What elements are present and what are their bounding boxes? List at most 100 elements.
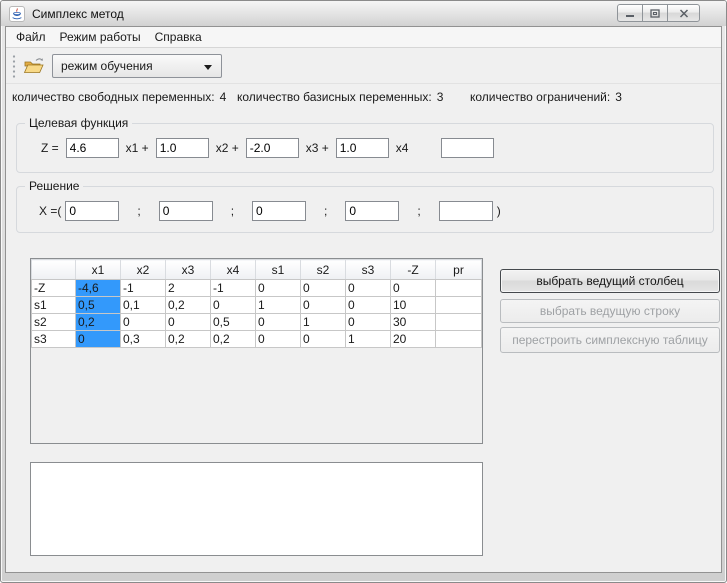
table-cell[interactable]: 0,2 xyxy=(75,313,121,331)
table-cell[interactable]: 2 xyxy=(165,279,211,297)
column-header[interactable]: s3 xyxy=(345,259,391,280)
table-cell[interactable]: -4,6 xyxy=(75,279,121,297)
table-cell[interactable]: 10 xyxy=(390,296,436,314)
menu-file[interactable]: Файл xyxy=(9,28,53,46)
table-cell[interactable]: 1 xyxy=(345,330,391,348)
table-cell[interactable] xyxy=(435,279,482,297)
table-cell[interactable] xyxy=(435,313,482,331)
maximize-button[interactable] xyxy=(642,4,668,22)
mode-dropdown[interactable]: режим обучения xyxy=(52,53,222,78)
parameters-row: количество свободных переменных: 4 количе… xyxy=(6,90,721,105)
table-cell[interactable]: 0 xyxy=(120,313,166,331)
solution-extra-field[interactable] xyxy=(438,201,493,221)
solution-group: Решение X =( ; ; ; ; ) xyxy=(16,179,714,233)
column-header[interactable]: pr xyxy=(435,259,482,280)
table-cell[interactable] xyxy=(435,330,482,348)
table-cell[interactable]: 0 xyxy=(255,313,301,331)
window-controls xyxy=(617,4,700,22)
solution-suffix: ) xyxy=(496,204,501,218)
table-row: s1 0,5 0,1 0,2 0 1 0 0 10 xyxy=(31,296,482,314)
table-cell[interactable]: 0 xyxy=(300,296,346,314)
window-title: Симплекс метод xyxy=(32,6,124,21)
log-area[interactable] xyxy=(30,462,483,556)
objective-coef-x4[interactable] xyxy=(335,138,389,158)
solution-prefix: X =( xyxy=(39,204,62,218)
table-cell[interactable]: 0 xyxy=(300,330,346,348)
solution-x2[interactable] xyxy=(158,201,213,221)
mode-dropdown-value: режим обучения xyxy=(61,58,153,73)
objective-function-group: Целевая функция Z = x1 + x2 + x3 + x4 xyxy=(16,116,714,173)
objective-coef-x2[interactable] xyxy=(155,138,209,158)
row-header[interactable]: -Z xyxy=(31,279,76,297)
minimize-button[interactable] xyxy=(617,4,643,22)
table-cell[interactable]: -1 xyxy=(210,279,256,297)
objective-var-x3: x3 + xyxy=(305,141,329,155)
column-header[interactable]: -Z xyxy=(390,259,436,280)
table-cell[interactable]: 0 xyxy=(300,279,346,297)
row-header[interactable]: s1 xyxy=(31,296,76,314)
table-cell[interactable]: 0 xyxy=(75,330,121,348)
table-row: s2 0,2 0 0 0,5 0 1 0 30 xyxy=(31,313,482,331)
table-cell[interactable]: 0,5 xyxy=(75,296,121,314)
table-cell[interactable]: 0,3 xyxy=(120,330,166,348)
table-cell[interactable]: 20 xyxy=(390,330,436,348)
table-cell[interactable]: 0 xyxy=(390,279,436,297)
free-variables-count: количество свободных переменных: 4 xyxy=(12,90,227,104)
table-cell[interactable]: 0 xyxy=(255,330,301,348)
client-area: Файл Режим работы Справка режим обучения xyxy=(5,26,722,573)
table-cell[interactable]: 0 xyxy=(345,313,391,331)
table-cell[interactable]: -1 xyxy=(120,279,166,297)
rebuild-simplex-table-button[interactable]: перестроить симплексную таблицу xyxy=(500,327,720,353)
objective-group-title: Целевая функция xyxy=(25,116,133,130)
objective-var-x1: x1 + xyxy=(125,141,149,155)
title-bar[interactable]: Симплекс метод xyxy=(1,1,726,26)
table-cell[interactable]: 30 xyxy=(390,313,436,331)
objective-extra-field[interactable] xyxy=(441,138,495,158)
objective-coef-x1[interactable] xyxy=(65,138,119,158)
table-cell[interactable]: 0 xyxy=(345,296,391,314)
toolbar-grip-handle[interactable] xyxy=(12,53,16,78)
solution-separator: ; xyxy=(230,204,235,218)
row-header[interactable]: s3 xyxy=(31,330,76,348)
solution-separator: ; xyxy=(324,204,328,218)
solution-x3[interactable] xyxy=(252,201,307,221)
objective-coef-x3[interactable] xyxy=(245,138,299,158)
objective-prefix: Z = xyxy=(41,141,59,155)
table-cell[interactable]: 0 xyxy=(345,279,391,297)
menu-work-mode[interactable]: Режим работы xyxy=(53,28,148,46)
simplex-table-panel: x1 x2 x3 x4 s1 s2 s3 -Z pr -Z -4,6 -1 2 -1 0 0 0 0 s1 0,5 0,… xyxy=(30,258,483,444)
column-header[interactable]: x2 xyxy=(120,259,166,280)
simplex-table: x1 x2 x3 x4 s1 s2 s3 -Z pr -Z -4,6 -1 2 -1 0 0 0 0 s1 0,5 0,… xyxy=(31,259,482,348)
column-header[interactable]: x4 xyxy=(210,259,256,280)
table-cell[interactable]: 1 xyxy=(255,296,301,314)
table-cell[interactable]: 0 xyxy=(165,313,211,331)
minimize-icon xyxy=(626,14,634,17)
menu-help[interactable]: Справка xyxy=(148,28,209,46)
toolbar: режим обучения xyxy=(6,48,721,84)
constraints-value: 3 xyxy=(615,90,622,104)
close-button[interactable] xyxy=(667,4,700,22)
column-header[interactable]: x3 xyxy=(165,259,211,280)
table-cell[interactable]: 0,2 xyxy=(165,330,211,348)
table-cell[interactable]: 0 xyxy=(255,279,301,297)
select-pivot-row-button[interactable]: выбрать ведущую строку xyxy=(500,299,720,323)
open-file-button[interactable] xyxy=(20,52,48,80)
table-cell[interactable]: 0,2 xyxy=(210,330,256,348)
table-cell[interactable] xyxy=(435,296,482,314)
table-cell[interactable]: 0,1 xyxy=(120,296,166,314)
menu-bar: Файл Режим работы Справка xyxy=(6,27,721,48)
column-header[interactable] xyxy=(31,259,76,280)
column-header[interactable]: s1 xyxy=(255,259,301,280)
table-cell[interactable]: 0 xyxy=(210,296,256,314)
table-cell[interactable]: 0,2 xyxy=(165,296,211,314)
table-cell[interactable]: 1 xyxy=(300,313,346,331)
close-icon xyxy=(679,8,688,18)
actions-panel: выбрать ведущий столбец выбрать ведущую … xyxy=(500,269,720,359)
table-cell[interactable]: 0,5 xyxy=(210,313,256,331)
solution-x1[interactable] xyxy=(65,201,120,221)
select-pivot-column-button[interactable]: выбрать ведущий столбец xyxy=(500,269,720,293)
column-header[interactable]: s2 xyxy=(300,259,346,280)
solution-x4[interactable] xyxy=(345,201,400,221)
row-header[interactable]: s2 xyxy=(31,313,76,331)
column-header[interactable]: x1 xyxy=(75,259,121,280)
